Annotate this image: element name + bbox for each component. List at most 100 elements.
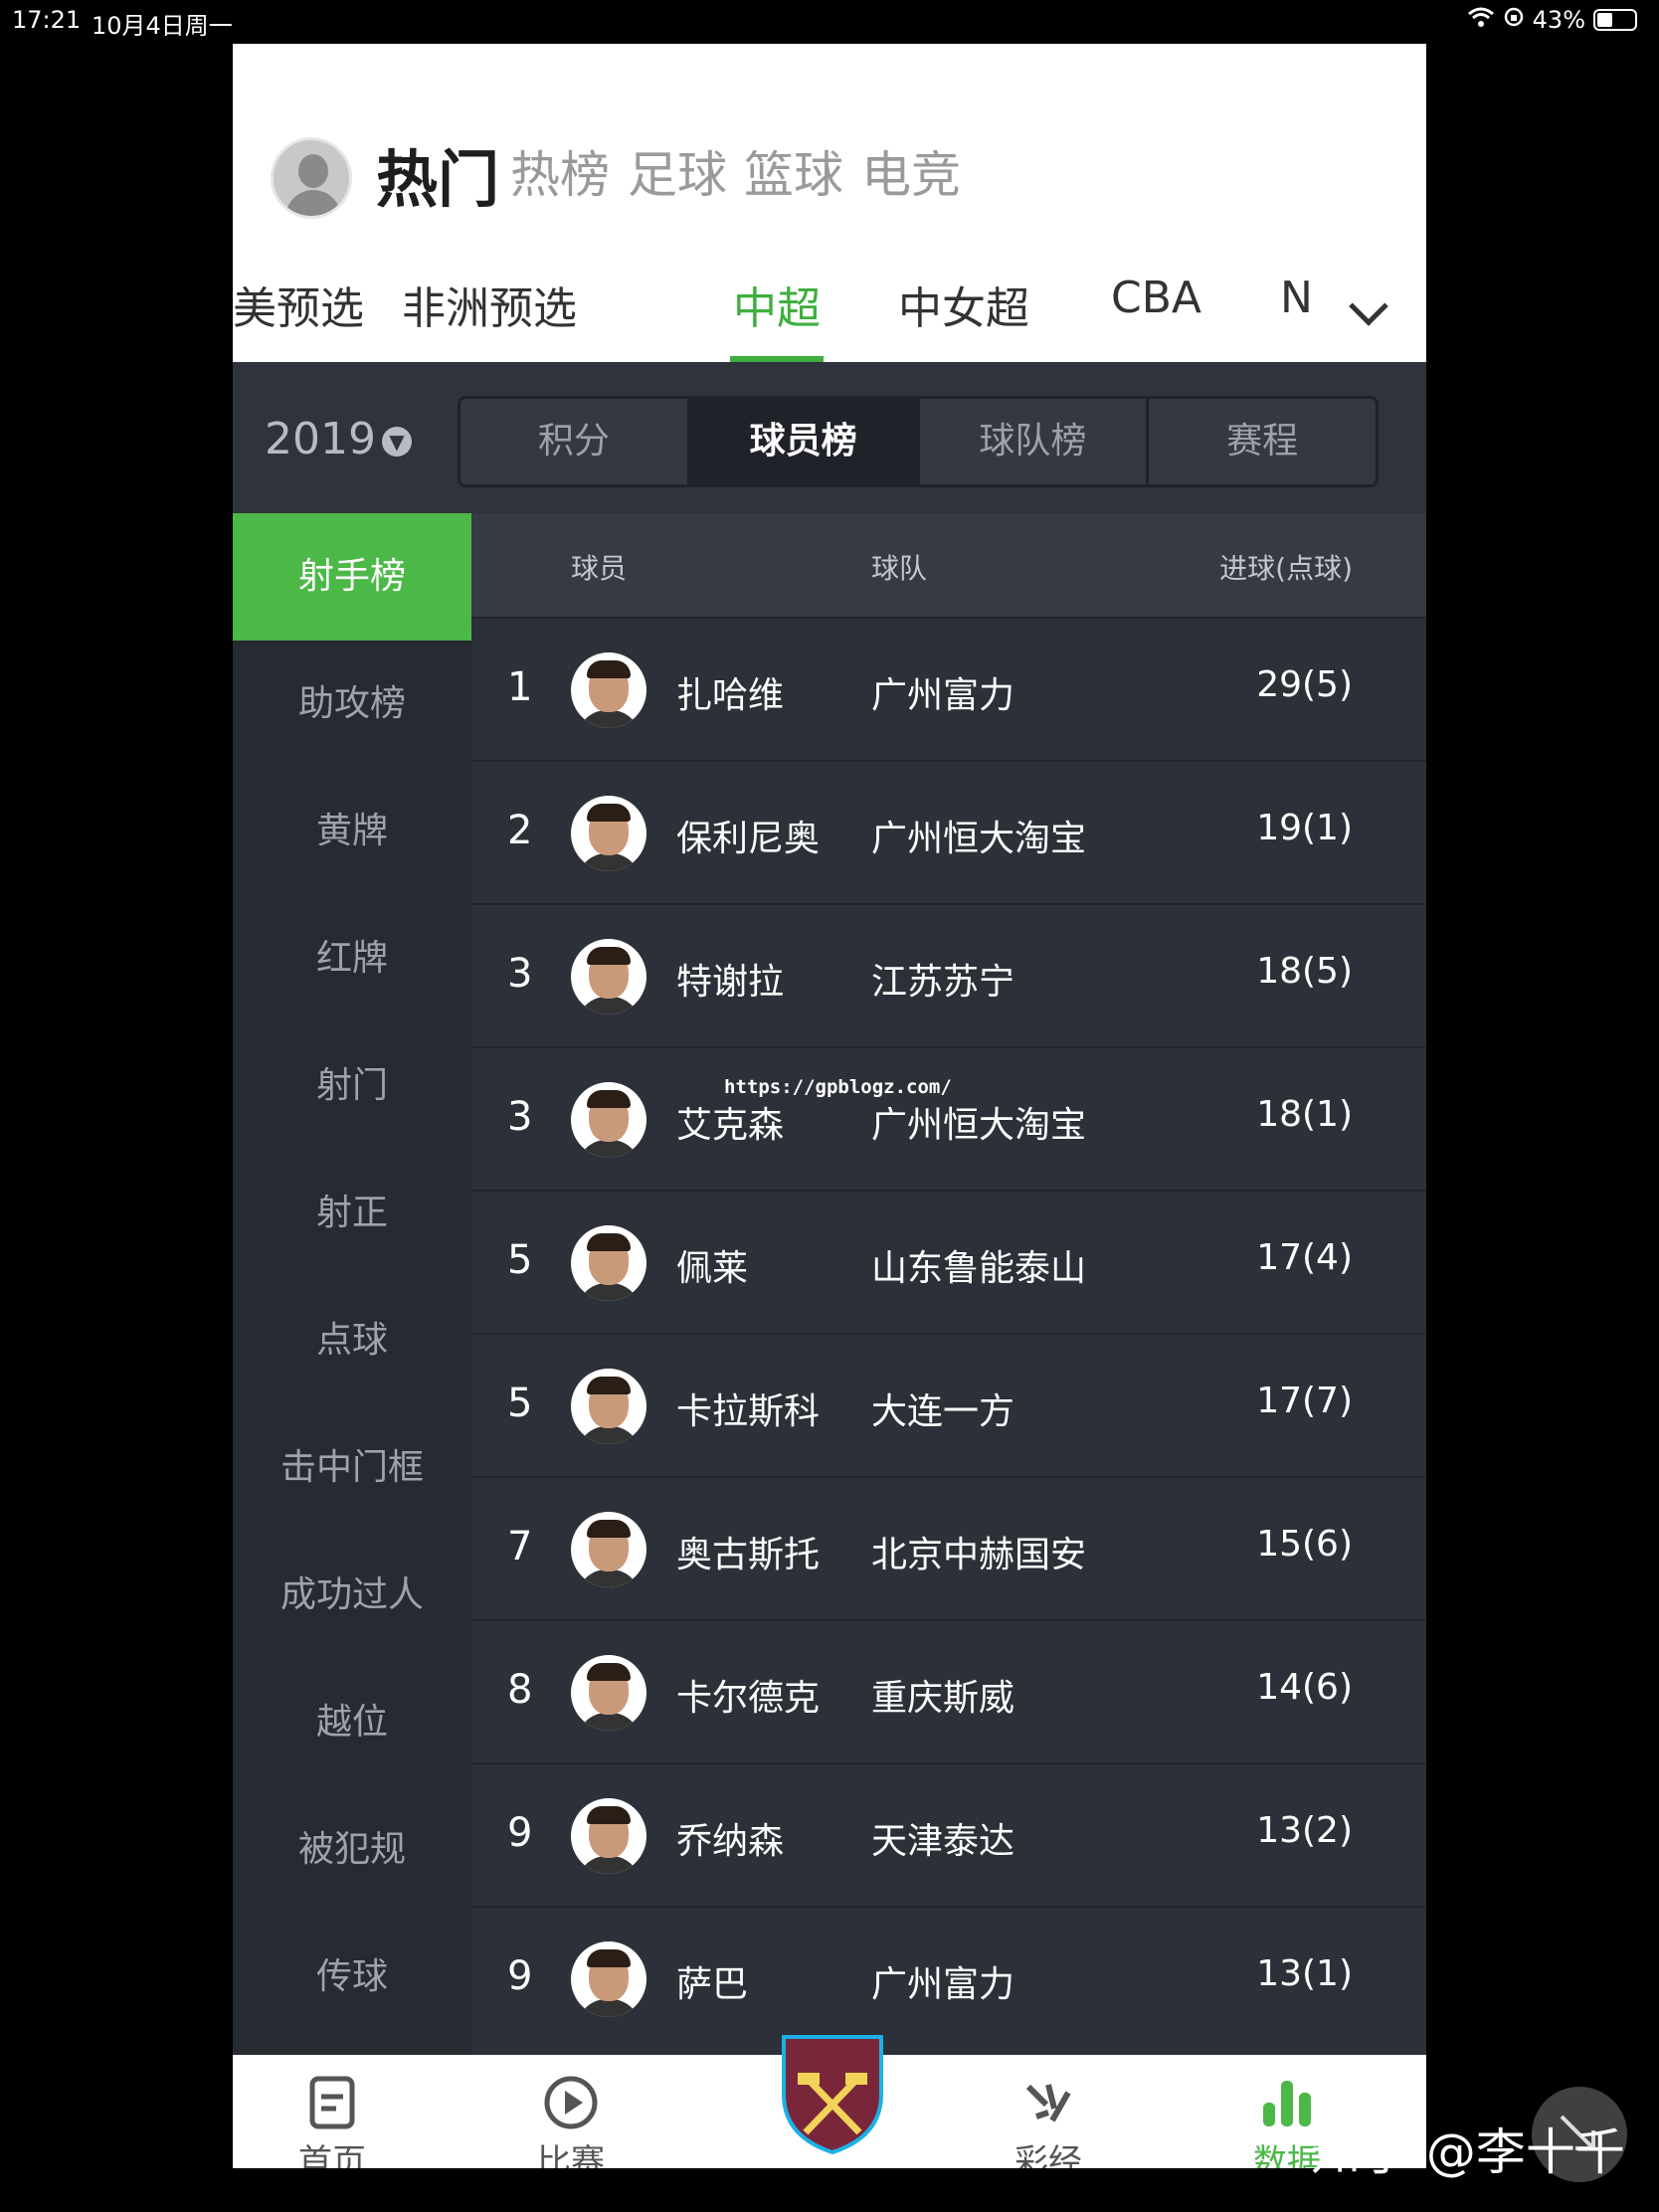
player-name: 保利尼奥 bbox=[676, 819, 821, 859]
nav-matches[interactable]: 比赛 bbox=[471, 2055, 670, 2168]
table-row[interactable]: 3 特谢拉 江苏苏宁 18(5) bbox=[471, 903, 1426, 1046]
tools-icon bbox=[1025, 2084, 1071, 2122]
player-photo bbox=[571, 939, 646, 1014]
tab-basketball[interactable]: 篮球 bbox=[744, 135, 843, 207]
menu-dribbles[interactable]: 成功过人 bbox=[233, 1532, 471, 1659]
table-row[interactable]: 9 乔纳森 天津泰达 13(2) bbox=[471, 1762, 1426, 1906]
tab-hot[interactable]: 热门 bbox=[376, 129, 499, 219]
table-row[interactable]: 2 保利尼奥 广州恒大淘宝 19(1) bbox=[471, 760, 1426, 903]
battery-percent: 43% bbox=[1532, 6, 1585, 34]
player-goals: 19(1) bbox=[1256, 808, 1353, 848]
player-name: 特谢拉 bbox=[676, 962, 785, 1003]
player-team: 重庆斯威 bbox=[871, 1678, 1015, 1719]
battery-fill bbox=[1597, 13, 1612, 27]
nav-home[interactable]: 首页 bbox=[233, 2055, 432, 2168]
player-team: 江苏苏宁 bbox=[871, 962, 1015, 1003]
expand-leagues-button[interactable] bbox=[1317, 263, 1426, 362]
league-tab-north-america-qualifiers[interactable]: 北美预选 bbox=[233, 273, 364, 336]
player-rank: 2 bbox=[507, 808, 533, 853]
player-name: 卡拉斯科 bbox=[676, 1391, 821, 1432]
menu-red-cards[interactable]: 红牌 bbox=[233, 895, 471, 1022]
league-tab-csl[interactable]: 中超 bbox=[733, 273, 821, 336]
segment-team-rankings[interactable]: 球队榜 bbox=[919, 399, 1150, 484]
table-header: 球员 球队 进球(点球) bbox=[471, 513, 1426, 617]
tab-hot-list[interactable]: 热榜 bbox=[510, 135, 610, 207]
status-date: 10月4日周一 bbox=[92, 12, 233, 40]
player-goals: 18(1) bbox=[1256, 1094, 1353, 1135]
menu-yellow-cards[interactable]: 黄牌 bbox=[233, 768, 471, 895]
player-rank: 8 bbox=[507, 1667, 533, 1713]
menu-passes[interactable]: 传球 bbox=[233, 1914, 471, 2041]
status-right: 43% bbox=[1467, 6, 1637, 34]
player-team: 广州富力 bbox=[871, 1964, 1015, 2005]
player-rank: 3 bbox=[507, 1094, 533, 1140]
west-ham-crest-icon[interactable] bbox=[778, 2033, 887, 2156]
player-name: 扎哈维 bbox=[676, 675, 785, 716]
player-rank: 5 bbox=[507, 1237, 533, 1283]
league-tab-women-super-league[interactable]: 中女超 bbox=[898, 273, 1029, 336]
table-row[interactable]: 5 佩莱 山东鲁能泰山 17(4) bbox=[471, 1190, 1426, 1333]
league-tab-africa-qualifiers[interactable]: 非洲预选 bbox=[402, 273, 577, 336]
table-row[interactable]: 5 卡拉斯科 大连一方 17(7) bbox=[471, 1333, 1426, 1476]
table-row[interactable]: 7 奥古斯托 北京中赫国安 15(6) bbox=[471, 1476, 1426, 1619]
menu-shots-on-target[interactable]: 射正 bbox=[233, 1150, 471, 1277]
zhihu-watermark: 知乎 @李十千 bbox=[1311, 2123, 1625, 2181]
player-photo bbox=[571, 1512, 646, 1587]
table-row[interactable]: 1 扎哈维 广州富力 29(5) bbox=[471, 617, 1426, 760]
menu-assists[interactable]: 助攻榜 bbox=[233, 641, 471, 768]
play-circle-icon bbox=[544, 2076, 598, 2129]
scorers-table: 球员 球队 进球(点球) 1 扎哈维 广州富力 29(5) 2 保利尼奥 广州恒… bbox=[471, 513, 1426, 2055]
status-bar: 17:21 10月4日周一 43% bbox=[0, 0, 1659, 40]
player-goals: 13(2) bbox=[1256, 1810, 1353, 1851]
player-photo bbox=[571, 1655, 646, 1731]
player-goals: 17(4) bbox=[1256, 1237, 1353, 1278]
header-team: 球队 bbox=[871, 552, 928, 585]
stat-category-menu: 射手榜 助攻榜 黄牌 红牌 射门 射正 点球 击中门框 成功过人 越位 被犯规 … bbox=[233, 513, 471, 2055]
player-rank: 9 bbox=[507, 1810, 533, 1856]
nav-matches-label: 比赛 bbox=[537, 2142, 605, 2168]
player-goals: 29(5) bbox=[1256, 664, 1353, 705]
player-name: 佩莱 bbox=[676, 1248, 749, 1289]
segment-standings[interactable]: 积分 bbox=[461, 399, 690, 484]
status-time: 17:21 bbox=[12, 6, 82, 34]
menu-woodwork[interactable]: 击中门框 bbox=[233, 1404, 471, 1532]
player-goals: 15(6) bbox=[1256, 1524, 1353, 1565]
segment-schedule[interactable]: 赛程 bbox=[1149, 399, 1376, 484]
table-row[interactable]: 9 萨巴 广州富力 13(1) bbox=[471, 1906, 1426, 2049]
segmented-control: 积分 球员榜 球队榜 赛程 bbox=[458, 396, 1379, 487]
menu-top-scorers[interactable]: 射手榜 bbox=[233, 513, 471, 641]
player-goals: 13(1) bbox=[1256, 1953, 1353, 1994]
header-goals: 进球(点球) bbox=[1219, 552, 1353, 585]
segment-player-rankings[interactable]: 球员榜 bbox=[689, 399, 920, 484]
player-team: 广州富力 bbox=[871, 675, 1015, 716]
menu-shots[interactable]: 射门 bbox=[233, 1022, 471, 1150]
tab-football[interactable]: 足球 bbox=[628, 135, 727, 207]
player-team: 大连一方 bbox=[871, 1391, 1015, 1432]
player-photo bbox=[571, 1941, 646, 2017]
player-goals: 17(7) bbox=[1256, 1381, 1353, 1421]
player-name: 艾克森 bbox=[676, 1105, 785, 1146]
season-selector[interactable]: 2019 ▼ bbox=[265, 414, 412, 464]
menu-offsides[interactable]: 越位 bbox=[233, 1659, 471, 1786]
chevron-down-circle-icon: ▼ bbox=[381, 427, 412, 457]
league-tab-cba[interactable]: CBA bbox=[1111, 273, 1201, 323]
chevron-down-icon bbox=[1349, 286, 1388, 326]
app-window: 热门 热榜 足球 篮球 电竞 北美预选 非洲预选 中超 中女超 CBA NBA … bbox=[233, 44, 1426, 2168]
table-row[interactable]: 3 艾克森 广州恒大淘宝 18(1) bbox=[471, 1046, 1426, 1190]
nav-home-label: 首页 bbox=[298, 2142, 366, 2168]
overlay-url: https://gpblogz.com/ bbox=[724, 1076, 952, 1098]
league-tabs: 北美预选 非洲预选 中超 中女超 CBA NBA bbox=[233, 263, 1426, 362]
player-photo bbox=[571, 1082, 646, 1158]
table-row[interactable]: 8 卡尔德克 重庆斯威 14(6) bbox=[471, 1619, 1426, 1762]
player-photo bbox=[571, 1369, 646, 1444]
tab-esports[interactable]: 电竞 bbox=[861, 135, 961, 207]
player-name: 卡尔德克 bbox=[676, 1678, 821, 1719]
player-name: 萨巴 bbox=[676, 1964, 749, 2005]
menu-penalties[interactable]: 点球 bbox=[233, 1277, 471, 1404]
player-photo bbox=[571, 796, 646, 871]
user-avatar[interactable] bbox=[271, 137, 352, 219]
player-rank: 1 bbox=[507, 664, 533, 710]
menu-fouled[interactable]: 被犯规 bbox=[233, 1786, 471, 1914]
nav-betting-tips-label: 彩经 bbox=[1014, 2142, 1082, 2168]
nav-betting-tips[interactable]: 彩经 bbox=[949, 2055, 1148, 2168]
